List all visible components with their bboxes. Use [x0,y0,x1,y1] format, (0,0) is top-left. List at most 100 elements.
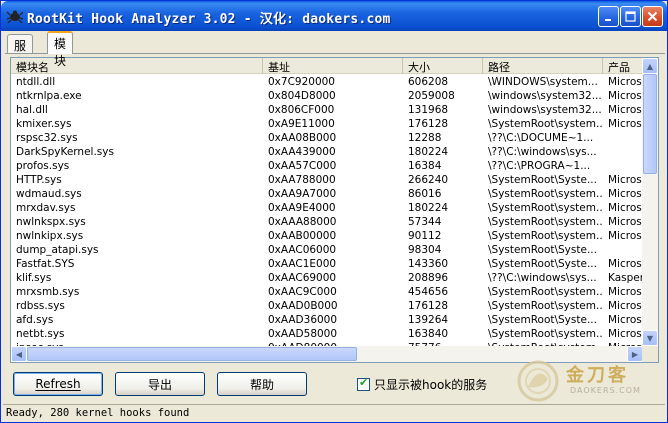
table-row[interactable]: nwlnkipx.sys 0xAAB00000 90112 \SystemRoot\s… [11,229,643,243]
tab-services[interactable]: 服务 [7,34,34,70]
cell-module-name: ntkrnlpa.exe [16,90,82,102]
table-row[interactable]: nwlnkspx.sys 0xAAA88000 57344 \SystemRoot\s… [11,215,643,229]
status-bar: Ready, 280 kernel hooks found [3,404,665,421]
refresh-button[interactable]: Refresh [13,372,103,396]
window-title: RootKit Hook Analyzer 3.02 - 汉化: daokers… [27,12,391,27]
status-text: Ready, 280 kernel hooks found [6,407,190,419]
hooked-only-checkbox[interactable] [357,376,370,391]
daokers-logo: 金刀客 DAOKERS.COM [516,357,666,405]
cell-base-address: 0xAAB00000 [268,230,337,242]
cell-path: \SystemRoot\system... [488,118,603,130]
cell-module-name: nwlnkipx.sys [16,230,84,242]
column-header-module-name[interactable]: 模块名 [11,58,263,74]
table-row[interactable]: wdmaud.sys 0xAA9A7000 86016 \SystemRoot\sys… [11,187,643,201]
cell-size: 176128 [408,118,449,130]
cell-module-name: wdmaud.sys [16,188,82,200]
table-row[interactable]: ntdll.dll 0x7C920000 606208 \WINDOWS\system… [11,75,643,89]
table-row[interactable]: ntkrnlpa.exe 0x804D8000 2059008 \windows\sy… [11,89,643,103]
cell-size: 139264 [408,314,449,326]
cell-size: 454656 [408,286,449,298]
column-header-base-address[interactable]: 基址 [263,58,403,74]
title-bar[interactable]: RootKit Hook Analyzer 3.02 - 汉化: daokers… [1,1,667,31]
cell-product [603,159,643,173]
cell-base-address: 0xAA9A7000 [268,188,337,200]
cell-product: Microsc [608,328,643,340]
cell-path: \SystemRoot\system... [488,188,603,200]
cell-size: 180224 [408,202,449,214]
export-button-label: 导出 [147,377,172,392]
table-row[interactable]: DarkSpyKernel.sys 0xAA439000 180224 \??\C:\… [11,145,643,159]
cell-base-address: 0xAAC1E000 [268,258,337,270]
cell-base-address: 0xAAA88000 [268,216,337,228]
cell-path: \??\C:\DOCUME~1... [488,132,594,144]
scroll-left-button[interactable]: ◀ [11,346,27,362]
cell-product: Microsc [608,104,643,116]
vertical-scrollbar[interactable]: ▲ ▼ [642,58,658,346]
cell-module-name: netbt.sys [16,328,65,340]
table-row[interactable]: rdbss.sys 0xAAD0B000 176128 \SystemRoot\sys… [11,299,643,313]
cell-module-name: profos.sys [16,160,70,172]
arrow-left-icon: ◀ [15,349,23,359]
table-row[interactable]: Fastfat.SYS 0xAAC1E000 143360 \SystemRoot\S… [11,257,643,271]
hooked-only-filter[interactable]: 只显示被hook的服务 [357,376,487,393]
cell-product: Microsc [608,90,643,102]
table-row[interactable]: HTTP.sys 0xAA788000 266240 \SystemRoot\Syst… [11,173,643,187]
table-row[interactable]: netbt.sys 0xAAD58000 163840 \SystemRoot\sys… [11,327,643,341]
cell-path: \SystemRoot\Syste... [488,244,597,256]
cell-base-address: 0xAAD36000 [268,314,338,326]
minimize-button[interactable] [598,6,619,27]
vertical-scroll-thumb[interactable] [643,74,657,174]
cell-size: 90112 [408,230,442,242]
table-row[interactable]: mrxdav.sys 0xAA9E4000 180224 \SystemRoot\sy… [11,201,643,215]
export-button[interactable]: 导出 [115,372,205,396]
cell-product: Microsc [608,300,643,312]
cell-path: \SystemRoot\system... [488,286,603,298]
table-row[interactable]: rspsc32.sys 0xAA08B000 12288 \??\C:\DOCUME~… [11,131,643,145]
close-icon [647,11,658,22]
maximize-button[interactable] [620,6,641,27]
column-header-size[interactable]: 大小 [403,58,483,74]
cell-path: \SystemRoot\system... [488,216,603,228]
close-button[interactable] [642,6,663,27]
cell-base-address: 0xAA57C000 [268,160,337,172]
table-row[interactable]: mrxsmb.sys 0xAAC9C000 454656 \SystemRoot\sy… [11,285,643,299]
cell-product: Microsc [608,314,643,326]
cell-base-address: 0xAAC9C000 [268,286,337,298]
cell-path: \??\C:\windows\sys... [488,272,597,284]
cell-module-name: mrxdav.sys [16,202,76,214]
cell-module-name: ntdll.dll [16,76,56,88]
table-row[interactable]: hal.dll 0x806CF000 131968 \windows\system32… [11,103,643,117]
arrow-up-icon: ▲ [646,61,654,71]
cell-size: 12288 [408,132,442,144]
cell-path: \SystemRoot\system... [488,300,603,312]
modules-table[interactable]: 模块名 基址 大小 路径 产品 ntdll.dll 0x7C920000 60620… [10,57,659,363]
scroll-down-button[interactable]: ▼ [642,330,658,346]
tab-panel-border [5,53,665,54]
cell-base-address: 0xAA788000 [268,174,336,186]
cell-module-name: rdbss.sys [16,300,65,312]
app-icon [7,10,23,23]
cell-module-name: rspsc32.sys [16,132,78,144]
table-row[interactable]: dump_atapi.sys 0xAAC06000 98304 \SystemRoot… [11,243,643,257]
cell-module-name: kmixer.sys [16,118,72,130]
scroll-up-button[interactable]: ▲ [642,58,658,74]
column-header-product[interactable]: 产品 [603,58,643,74]
refresh-button-label: Refresh [35,377,81,391]
cell-size: 176128 [408,300,449,312]
cell-path: \SystemRoot\system... [488,202,603,214]
cell-product: Microsc [608,118,643,130]
tab-modules[interactable]: 模块 [47,31,74,68]
cell-path: \windows\system32... [488,104,602,116]
cell-path: \SystemRoot\Syste... [488,258,597,270]
table-row[interactable]: profos.sys 0xAA57C000 16384 \??\C:\PROGRA~1… [11,159,643,173]
table-row[interactable]: kmixer.sys 0xA9E11000 176128 \SystemRoot\sy… [11,117,643,131]
table-row[interactable]: klif.sys 0xAAC69000 208896 \??\C:\windows\s… [11,271,643,285]
table-row[interactable]: afd.sys 0xAAD36000 139264 \SystemRoot\Syste… [11,313,643,327]
cell-product: Microsc [608,230,643,242]
cell-product: Microsc [608,286,643,298]
cell-base-address: 0x804D8000 [268,90,336,102]
horizontal-scroll-thumb[interactable] [27,347,357,361]
column-header-path[interactable]: 路径 [483,58,603,74]
help-button[interactable]: 帮助 [217,372,307,396]
cell-size: 57344 [408,216,442,228]
